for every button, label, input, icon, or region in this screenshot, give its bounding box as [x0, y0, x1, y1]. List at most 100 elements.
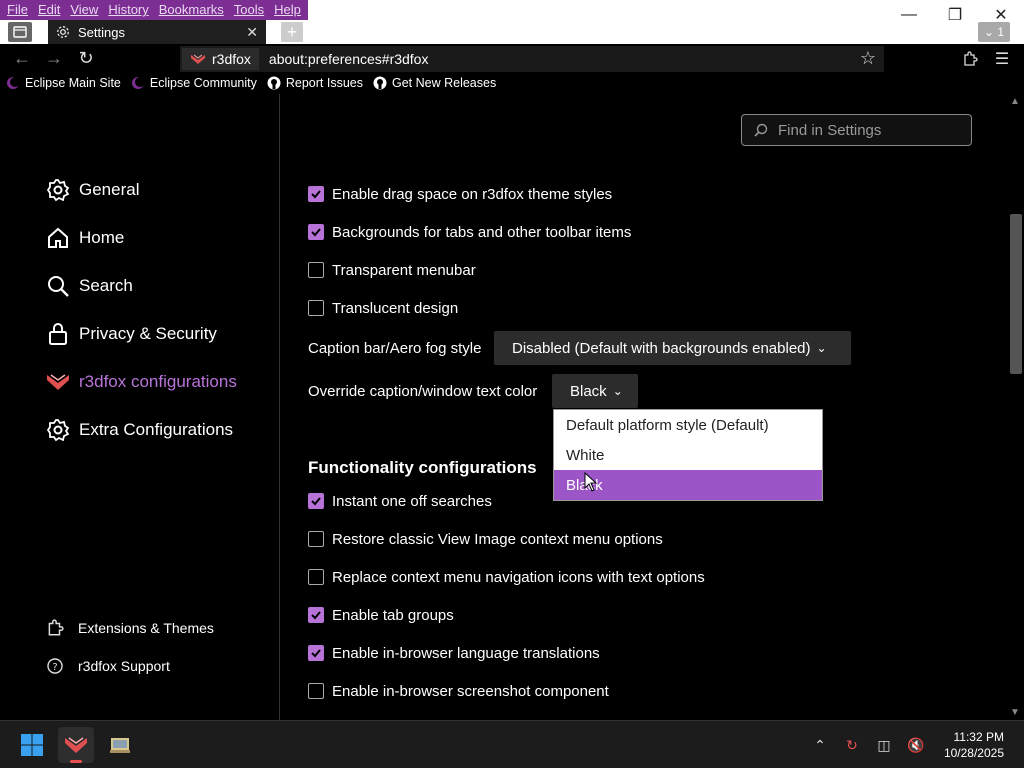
menu-history[interactable]: History [103, 0, 153, 20]
category-label: r3dfox configurations [79, 372, 237, 391]
tab-title: Settings [78, 24, 125, 40]
monitor-icon: ◫ [877, 736, 891, 753]
puzzle-icon [48, 619, 64, 636]
category-search[interactable]: Search [46, 272, 133, 300]
pref-transparent-menubar[interactable]: Transparent menubar [308, 260, 476, 280]
r3dfox-support-link[interactable]: ? r3dfox Support [46, 656, 170, 676]
search-input[interactable] [778, 121, 958, 139]
scroll-up-icon[interactable]: ▲ [1010, 96, 1020, 107]
footer-label: r3dfox Support [78, 658, 170, 674]
firefox-view-button[interactable] [8, 22, 32, 42]
bookmark-eclipse-community[interactable]: Eclipse Community [131, 76, 257, 90]
find-in-settings[interactable] [741, 114, 972, 146]
gear-icon [57, 26, 69, 38]
checkmark-icon [311, 497, 321, 506]
extensions-button[interactable] [954, 46, 986, 72]
list-all-tabs-button[interactable]: ⌄ 1 [978, 22, 1010, 42]
checkmark-icon [311, 190, 321, 199]
scroll-down-icon[interactable]: ▼ [1010, 707, 1020, 718]
menu-tools[interactable]: Tools [229, 0, 269, 20]
bookmark-label: Eclipse Community [149, 76, 257, 90]
chevron-down-icon: ⌄ [983, 25, 995, 39]
checkbox[interactable] [308, 186, 324, 202]
menu-edit[interactable]: Edit [33, 0, 65, 20]
category-r3dfox-configurations[interactable]: r3dfox configurations [46, 368, 237, 396]
reload-button[interactable]: ↻ [70, 44, 102, 72]
option-white[interactable]: White [554, 440, 822, 470]
category-privacy[interactable]: Privacy & Security [46, 320, 217, 348]
tab-close-icon[interactable]: ✕ [246, 24, 258, 41]
category-general[interactable]: General [46, 176, 139, 204]
bookmark-get-new-releases[interactable]: Get New Releases [373, 76, 496, 90]
bookmark-label: Get New Releases [391, 76, 497, 90]
puzzle-icon [964, 51, 978, 66]
tabs-count: 1 [997, 25, 1005, 39]
pref-tab-groups[interactable]: Enable tab groups [308, 605, 454, 625]
tab-settings[interactable]: Settings ✕ [48, 20, 266, 44]
taskbar-app[interactable] [102, 727, 138, 763]
menu-bookmarks[interactable]: Bookmarks [154, 0, 229, 20]
chevron-down-icon: ⌄ [612, 384, 623, 398]
network-icon[interactable]: ◫ [868, 735, 900, 755]
checkbox[interactable] [308, 224, 324, 240]
category-label: Search [79, 276, 133, 295]
identity-box[interactable]: r3dfox [182, 48, 259, 70]
page-scrollbar[interactable]: ▲ ▼ [1008, 94, 1024, 720]
taskbar-clock[interactable]: 11:32 PM 10/28/2025 [944, 729, 1004, 761]
taskbar-r3dfox[interactable] [58, 727, 94, 763]
eclipse-icon [6, 76, 20, 90]
pref-screenshot[interactable]: Enable in-browser screenshot component [308, 681, 609, 701]
forward-button[interactable]: → [38, 44, 70, 72]
menu-help[interactable]: Help [269, 0, 306, 20]
checkbox[interactable] [308, 645, 324, 661]
clock-time: 11:32 PM [953, 730, 1004, 744]
pref-label: Enable in-browser language translations [332, 644, 600, 662]
app-menu-button[interactable]: ☰ [986, 46, 1018, 72]
checkbox[interactable] [308, 607, 324, 623]
override-color-select[interactable]: Black ⌄ [552, 374, 638, 408]
categories-sidebar: General Home Search Privacy & Security r… [0, 94, 280, 720]
pref-instant-one-off[interactable]: Instant one off searches [308, 491, 492, 511]
bookmark-star-icon[interactable]: ☆ [860, 48, 876, 69]
category-home[interactable]: Home [46, 224, 124, 252]
checkbox[interactable] [308, 262, 324, 278]
start-button[interactable] [14, 727, 50, 763]
bookmark-report-issues[interactable]: Report Issues [267, 76, 363, 90]
menu-view[interactable]: View [65, 0, 103, 20]
pref-classic-view-image[interactable]: Restore classic View Image context menu … [308, 529, 663, 549]
pref-translations[interactable]: Enable in-browser language translations [308, 643, 600, 663]
option-default[interactable]: Default platform style (Default) [554, 410, 822, 440]
menu-file[interactable]: File [2, 0, 33, 20]
bookmark-eclipse-main-site[interactable]: Eclipse Main Site [6, 76, 121, 90]
checkbox[interactable] [308, 300, 324, 316]
pref-label: Translucent design [332, 299, 459, 317]
back-button[interactable]: ← [6, 44, 38, 72]
svg-text:?: ? [52, 662, 57, 673]
url-bar[interactable]: r3dfox about:preferences#r3dfox ☆ [180, 46, 884, 72]
url-text[interactable]: about:preferences#r3dfox [269, 51, 429, 67]
help-icon: ? [47, 658, 63, 674]
pref-drag-space[interactable]: Enable drag space on r3dfox theme styles [308, 184, 612, 204]
category-extra-configurations[interactable]: Extra Configurations [46, 416, 233, 444]
pref-tab-backgrounds[interactable]: Backgrounds for tabs and other toolbar i… [308, 222, 631, 242]
checkbox[interactable] [308, 493, 324, 509]
pref-label: Instant one off searches [332, 492, 492, 510]
github-icon [267, 76, 281, 90]
checkbox[interactable] [308, 683, 324, 699]
extensions-themes-link[interactable]: Extensions & Themes [46, 618, 214, 638]
checkbox[interactable] [308, 569, 324, 585]
r3dfox-icon [46, 370, 70, 394]
new-tab-button[interactable]: + [281, 22, 303, 42]
chevron-down-icon: ⌄ [816, 341, 827, 355]
update-icon[interactable]: ↻ [836, 735, 868, 755]
scroll-thumb[interactable] [1010, 214, 1022, 374]
checkbox[interactable] [308, 531, 324, 547]
volume-icon[interactable]: 🔇 [900, 735, 932, 755]
checkmark-icon [311, 611, 321, 620]
show-hidden-icons-button[interactable]: ⌃ [804, 735, 836, 755]
pref-context-nav-text[interactable]: Replace context menu navigation icons wi… [308, 567, 705, 587]
caption-style-select[interactable]: Disabled (Default with backgrounds enabl… [494, 331, 851, 365]
mouse-cursor-icon [584, 472, 598, 492]
nav-bar: ← → ↻ r3dfox about:preferences#r3dfox ☆ … [0, 44, 1024, 72]
pref-translucent-design[interactable]: Translucent design [308, 298, 458, 318]
